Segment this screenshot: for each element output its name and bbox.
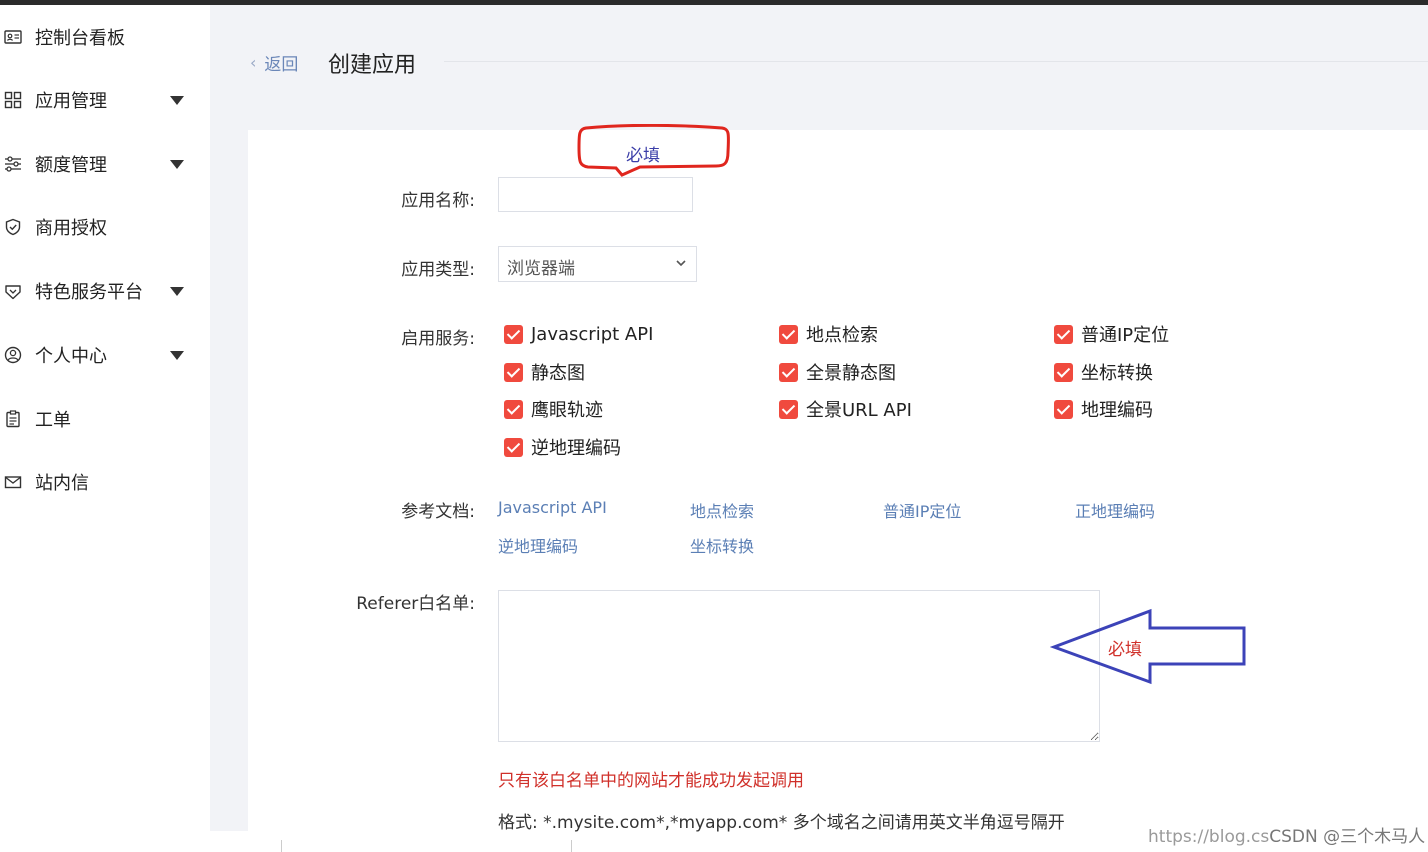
- service-label: Javascript API: [531, 323, 654, 345]
- service-checkbox-place-search[interactable]: 地点检索: [779, 323, 878, 346]
- referer-whitelist-textarea[interactable]: [498, 590, 1100, 742]
- service-checkbox-panorama-url[interactable]: 全景URL API: [779, 398, 912, 421]
- checkbox-checked-icon: [504, 362, 523, 382]
- checkbox-checked-icon: [504, 399, 523, 419]
- caret-down-icon: [170, 350, 184, 360]
- sidebar-item-label: 应用管理: [35, 91, 107, 112]
- back-label: 返回: [264, 55, 299, 75]
- watermark: https://blog.csCSDN @三个木马人: [1148, 822, 1425, 847]
- service-label: 全景URL API: [806, 400, 912, 421]
- doc-link-javascript-api[interactable]: Javascript API: [498, 498, 607, 517]
- service-label: 静态图: [531, 363, 585, 384]
- service-checkbox-eagle-eye[interactable]: 鹰眼轨迹: [504, 398, 603, 421]
- sidebar-item-featured-services[interactable]: 特色服务平台: [0, 271, 210, 311]
- sidebar-item-label: 额度管理: [35, 155, 107, 176]
- app-type-select[interactable]: 浏览器端: [498, 246, 697, 282]
- service-checkbox-reverse-geocoding[interactable]: 逆地理编码: [504, 436, 621, 459]
- checkbox-checked-icon: [504, 437, 523, 457]
- annotation-arrow-icon: [1050, 608, 1246, 685]
- sidebar-item-work-order[interactable]: 工单: [0, 399, 210, 439]
- title-divider: [444, 61, 1428, 62]
- mail-icon: [4, 473, 22, 491]
- id-card-icon: [4, 28, 22, 46]
- checkbox-checked-icon: [779, 399, 798, 419]
- app-type-value: 浏览器端: [507, 259, 575, 279]
- service-label: 普通IP定位: [1081, 325, 1170, 346]
- caret-down-icon: [170, 159, 184, 169]
- grid-icon: [4, 91, 22, 109]
- checkbox-checked-icon: [504, 324, 523, 344]
- sidebar-item-label: 工单: [35, 410, 71, 431]
- user-circle-icon: [4, 346, 22, 364]
- doc-link-ip-location[interactable]: 普通IP定位: [883, 498, 961, 522]
- doc-link-reverse-geocoding[interactable]: 逆地理编码: [498, 533, 578, 557]
- doc-link-place-search[interactable]: 地点检索: [690, 498, 754, 522]
- sliders-icon: [4, 155, 22, 173]
- app-type-label: 应用类型:: [401, 260, 475, 280]
- annotation-required-arrow: 必填: [1108, 640, 1142, 660]
- caret-down-icon: [170, 95, 184, 105]
- service-label: 鹰眼轨迹: [531, 400, 603, 421]
- services-label: 启用服务:: [401, 329, 475, 349]
- sidebar: 控制台看板 应用管理 额度管理 商用授权 特色服务平台 个人中心 工单 站内信: [0, 5, 210, 852]
- service-label: 全景静态图: [806, 363, 896, 384]
- divider: [571, 840, 572, 852]
- chevron-left-icon: ‹: [250, 53, 257, 72]
- service-label: 地点检索: [806, 325, 878, 346]
- checkbox-checked-icon: [779, 362, 798, 382]
- caret-down-icon: [170, 286, 184, 296]
- annotation-required-top: 必填: [626, 146, 660, 166]
- back-link[interactable]: ‹ 返回: [250, 50, 298, 75]
- service-checkbox-static-map[interactable]: 静态图: [504, 361, 585, 384]
- divider: [281, 840, 282, 852]
- shield-check-icon: [4, 218, 22, 236]
- sidebar-item-personal-center[interactable]: 个人中心: [0, 335, 210, 375]
- watermark-url: https://blog.cs: [1148, 827, 1270, 847]
- sidebar-item-commercial-license[interactable]: 商用授权: [0, 207, 210, 247]
- docs-label: 参考文档:: [401, 502, 475, 522]
- service-checkbox-geocoding[interactable]: 地理编码: [1054, 398, 1153, 421]
- gem-icon: [4, 282, 22, 300]
- service-label: 地理编码: [1081, 400, 1153, 421]
- checkbox-checked-icon: [1054, 324, 1073, 344]
- service-checkbox-panorama-static[interactable]: 全景静态图: [779, 361, 896, 384]
- referer-label: Referer白名单:: [356, 594, 475, 614]
- sidebar-item-label: 站内信: [35, 473, 89, 494]
- service-label: 坐标转换: [1081, 363, 1153, 384]
- sidebar-item-label: 控制台看板: [35, 28, 125, 49]
- sidebar-item-app-management[interactable]: 应用管理: [0, 80, 210, 120]
- service-checkbox-javascript-api[interactable]: Javascript API: [504, 323, 653, 345]
- service-checkbox-ip-location[interactable]: 普通IP定位: [1054, 323, 1170, 346]
- referer-hint: 只有该白名单中的网站才能成功发起调用: [498, 771, 804, 791]
- checkbox-checked-icon: [1054, 399, 1073, 419]
- checkbox-checked-icon: [1054, 362, 1073, 382]
- clipboard-icon: [4, 410, 22, 428]
- sidebar-item-quota-management[interactable]: 额度管理: [0, 144, 210, 184]
- referer-format-hint: 格式: *.mysite.com*,*myapp.com* 多个域名之间请用英文…: [498, 813, 1065, 833]
- doc-link-coordinate-convert[interactable]: 坐标转换: [690, 533, 754, 557]
- chevron-down-icon: [674, 255, 688, 269]
- form-card: [248, 130, 1428, 852]
- sidebar-item-inbox[interactable]: 站内信: [0, 462, 210, 502]
- sidebar-item-label: 个人中心: [35, 346, 107, 367]
- sidebar-item-dashboard[interactable]: 控制台看板: [0, 17, 210, 57]
- page-title: 创建应用: [328, 53, 417, 78]
- service-label: 逆地理编码: [531, 438, 621, 459]
- doc-link-forward-geocoding[interactable]: 正地理编码: [1075, 498, 1155, 522]
- service-checkbox-coordinate-convert[interactable]: 坐标转换: [1054, 361, 1153, 384]
- sidebar-item-label: 特色服务平台: [35, 282, 143, 303]
- app-name-label: 应用名称:: [401, 191, 475, 211]
- checkbox-checked-icon: [779, 324, 798, 344]
- watermark-brand: CSDN @三个木马人: [1269, 827, 1426, 847]
- app-name-input[interactable]: [498, 177, 693, 212]
- sidebar-item-label: 商用授权: [35, 218, 107, 239]
